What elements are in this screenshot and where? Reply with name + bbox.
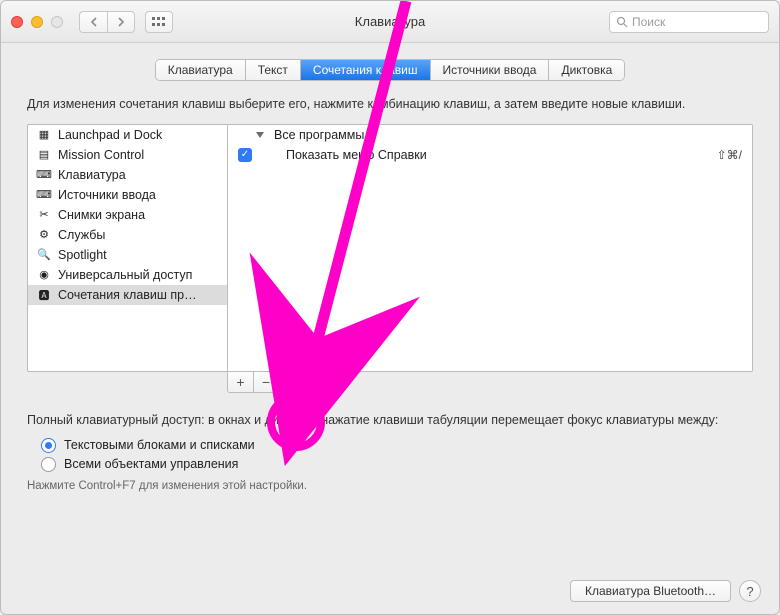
fka-hotkey-note: Нажмите Control+F7 для изменения этой на… xyxy=(27,480,753,492)
titlebar: Клавиатура Поиск xyxy=(1,1,779,43)
add-button[interactable]: + xyxy=(227,371,253,393)
launchpad-icon: ▦ xyxy=(36,128,52,142)
category-spotlight[interactable]: 🔍Spotlight xyxy=(28,245,227,265)
back-button[interactable] xyxy=(79,11,107,33)
checkbox[interactable]: ✓ xyxy=(238,148,252,162)
tab-shortcuts[interactable]: Сочетания клавиш xyxy=(301,60,431,80)
chevron-down-icon xyxy=(256,132,264,138)
fka-option-text-lists[interactable]: Текстовыми блоками и списками xyxy=(41,438,753,453)
bluetooth-keyboard-button[interactable]: Клавиатура Bluetooth… xyxy=(570,580,731,602)
shortcut-list[interactable]: Все программы ✓ Показать меню Справки ⇧⌘… xyxy=(227,124,753,372)
remove-button[interactable]: − xyxy=(253,371,279,393)
accessibility-icon: ◉ xyxy=(36,268,52,282)
category-launchpad[interactable]: ▦Launchpad и Dock xyxy=(28,125,227,145)
tab-dictation[interactable]: Диктовка xyxy=(549,60,624,80)
screenshot-icon: ✂ xyxy=(36,208,52,222)
tab-input-sources[interactable]: Источники ввода xyxy=(431,60,550,80)
keyboard-icon: ⌨ xyxy=(36,188,52,202)
search-icon xyxy=(616,16,628,28)
nav-buttons xyxy=(79,11,135,33)
category-app-shortcuts[interactable]: 🅰Сочетания клавиш пр… xyxy=(28,285,227,305)
help-button[interactable]: ? xyxy=(739,580,761,602)
preferences-window: Клавиатура Поиск Клавиатура Текст Сочета… xyxy=(0,0,780,615)
category-screenshots[interactable]: ✂Снимки экрана xyxy=(28,205,227,225)
category-list[interactable]: ▦Launchpad и Dock ▤Mission Control ⌨Клав… xyxy=(27,124,227,372)
radio-icon[interactable] xyxy=(41,457,56,472)
instruction-text: Для изменения сочетания клавиш выберите … xyxy=(27,95,753,114)
tabbar: Клавиатура Текст Сочетания клавиш Источн… xyxy=(1,43,779,91)
show-all-button[interactable] xyxy=(145,11,173,33)
apps-icon: 🅰 xyxy=(36,288,52,302)
tab-text[interactable]: Текст xyxy=(246,60,301,80)
add-remove-controls: + − xyxy=(227,371,753,393)
group-label: Все программы xyxy=(274,128,364,142)
full-keyboard-access-text: Полный клавиатурный доступ: в окнах и ди… xyxy=(27,411,753,430)
window-title: Клавиатура xyxy=(355,14,425,29)
category-accessibility[interactable]: ◉Универсальный доступ xyxy=(28,265,227,285)
minimize-icon[interactable] xyxy=(31,16,43,28)
category-keyboard[interactable]: ⌨Клавиатура xyxy=(28,165,227,185)
category-mission-control[interactable]: ▤Mission Control xyxy=(28,145,227,165)
forward-button[interactable] xyxy=(107,11,135,33)
search-placeholder: Поиск xyxy=(632,15,665,29)
shortcut-group[interactable]: Все программы xyxy=(228,125,752,145)
gear-icon: ⚙ xyxy=(36,228,52,242)
tab-keyboard[interactable]: Клавиатура xyxy=(156,60,246,80)
mission-control-icon: ▤ xyxy=(36,148,52,162)
spotlight-icon: 🔍 xyxy=(36,248,52,262)
search-input[interactable]: Поиск xyxy=(609,11,769,33)
shortcut-panes: ▦Launchpad и Dock ▤Mission Control ⌨Клав… xyxy=(27,124,753,372)
category-input-sources[interactable]: ⌨Источники ввода xyxy=(28,185,227,205)
fka-options: Текстовыми блоками и списками Всеми объе… xyxy=(41,438,753,472)
fka-option-all-controls[interactable]: Всеми объектами управления xyxy=(41,457,753,472)
content: Для изменения сочетания клавиш выберите … xyxy=(1,91,779,492)
shortcut-label: Показать меню Справки xyxy=(286,148,427,162)
window-controls xyxy=(11,16,63,28)
close-icon[interactable] xyxy=(11,16,23,28)
shortcut-keys[interactable]: ⇧⌘/ xyxy=(717,148,742,162)
zoom-icon xyxy=(51,16,63,28)
shortcut-row[interactable]: ✓ Показать меню Справки ⇧⌘/ xyxy=(228,145,752,165)
footer: Клавиатура Bluetooth… ? xyxy=(570,580,761,602)
category-services[interactable]: ⚙Службы xyxy=(28,225,227,245)
radio-icon[interactable] xyxy=(41,438,56,453)
keyboard-icon: ⌨ xyxy=(36,168,52,182)
